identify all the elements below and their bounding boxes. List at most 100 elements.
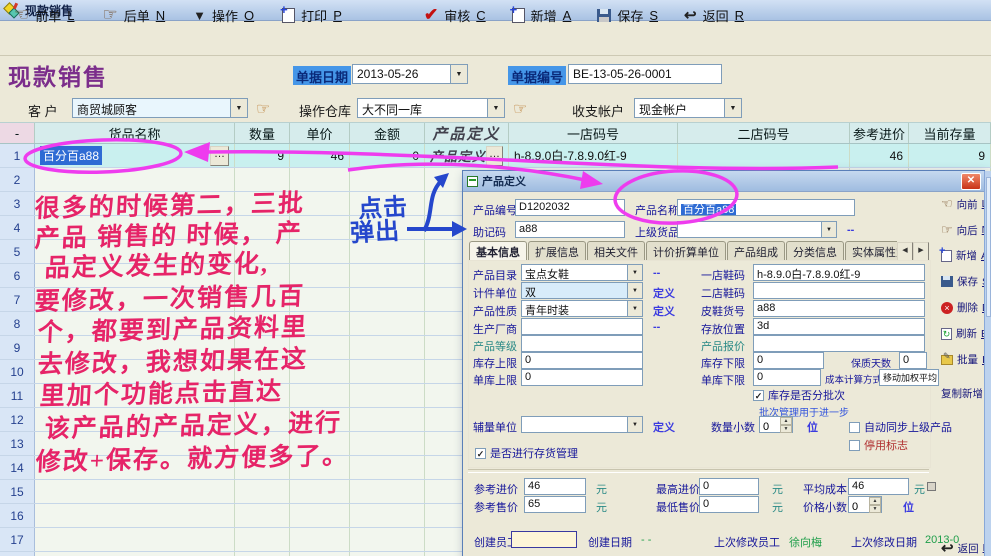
grid-cell[interactable] [290, 504, 350, 527]
grid-cell[interactable]: 百分百a88… [35, 144, 235, 167]
grid-cell[interactable] [350, 456, 425, 479]
cost-method-input[interactable]: 移动加权平均 [879, 369, 939, 386]
toolbar-button-N[interactable]: 后单N [103, 5, 166, 25]
chevron-down-icon[interactable]: ▼ [627, 283, 642, 298]
hand-lookup-icon[interactable]: ☞ [256, 99, 270, 119]
grid-column-header[interactable]: 参考进价 [850, 123, 909, 143]
checkbox-sync-parent[interactable]: 自动同步上级产品 [849, 419, 981, 435]
dialog-button-D[interactable]: 删除D [941, 300, 990, 315]
catalog-select[interactable]: 宝点女鞋▼ [521, 264, 643, 281]
grid-column-header[interactable]: 货品名称 [35, 123, 235, 143]
scrollbar-thumb[interactable] [986, 177, 991, 317]
hand-lookup-icon[interactable]: ☞ [513, 99, 527, 119]
row-number[interactable]: 15 [0, 480, 35, 503]
grid-column-header[interactable]: 数量 [235, 123, 290, 143]
row-number[interactable]: 8 [0, 312, 35, 335]
grid-cell[interactable]: 46 [290, 144, 350, 167]
catalog-link[interactable]: -- [653, 267, 660, 279]
toolbar-button-C[interactable]: 审核C [424, 5, 486, 25]
unit-define-link[interactable]: 定义 [653, 285, 675, 301]
grid-column-header[interactable]: 产品定义 [425, 123, 509, 143]
dialog-tab[interactable]: 扩展信息 [528, 241, 586, 261]
dialog-button-N[interactable]: 向后N [941, 222, 989, 238]
row-number[interactable]: 1 [0, 144, 35, 167]
location-input[interactable]: 3d [753, 318, 925, 335]
nature-define-link[interactable]: 定义 [653, 303, 675, 319]
shelf-days-input[interactable]: 0 [899, 352, 927, 369]
shoe-no-input[interactable]: a88 [753, 300, 925, 317]
dialog-button-A[interactable]: 新增A [941, 248, 988, 263]
grid-cell[interactable] [35, 552, 235, 556]
grid-column-header[interactable]: 当前存量 [909, 123, 991, 143]
tab-scroll-right-icon[interactable]: ▶ [913, 242, 929, 261]
grid-cell[interactable] [290, 480, 350, 503]
warehouse-select[interactable]: 大不同一库 ▼ [357, 98, 505, 118]
chevron-down-icon[interactable]: ▼ [821, 222, 836, 237]
manufacturer-input[interactable] [521, 318, 643, 335]
toolbar-button-S[interactable]: 保存S [597, 5, 658, 25]
single-upper-input[interactable]: 0 [521, 369, 643, 386]
row-number[interactable]: 17 [0, 528, 35, 551]
product-no-input[interactable]: D1202032 [515, 199, 625, 216]
ref-buy-input[interactable]: 46 [524, 478, 586, 495]
single-lower-input[interactable]: 0 [753, 369, 821, 386]
unit-select[interactable]: 双▼ [521, 282, 643, 299]
chevron-down-icon[interactable]: ▼ [230, 99, 247, 117]
toolbar-button-R[interactable]: 返回R [684, 5, 744, 25]
grid-cell[interactable]: 0 [350, 144, 425, 167]
grid-cell[interactable] [678, 144, 850, 167]
grid-cell[interactable] [350, 336, 425, 359]
parent-item-select[interactable]: ▼ [677, 221, 837, 238]
dialog-tab[interactable]: 实体属性定义 [845, 241, 897, 261]
grid-cell[interactable] [350, 504, 425, 527]
product-name-input[interactable]: 百分百a88 [677, 199, 855, 216]
chevron-down-icon[interactable]: ▼ [487, 99, 504, 117]
dialog-tab[interactable]: 基本信息 [469, 241, 527, 261]
checkbox-icon[interactable] [849, 422, 860, 433]
product-definition-link[interactable]: 产品定义 [430, 146, 486, 165]
dialog-tab[interactable]: 计价折算单位 [646, 241, 726, 261]
grid-column-header[interactable]: 单价 [290, 123, 350, 143]
tab-scroll-left-icon[interactable]: ◀ [897, 242, 913, 261]
row-number[interactable]: 2 [0, 168, 35, 191]
grid-cell[interactable] [350, 432, 425, 455]
qty-decimals-spinner[interactable]: 0 ▲▼ [759, 416, 793, 433]
parent-item-link[interactable]: -- [847, 224, 854, 236]
row-number[interactable]: 7 [0, 288, 35, 311]
grid-cell[interactable] [235, 480, 290, 503]
dialog-button-I[interactable]: 批量I [941, 352, 985, 367]
grid-cell[interactable] [35, 480, 235, 503]
row-number[interactable]: 13 [0, 432, 35, 455]
stock-upper-input[interactable]: 0 [521, 352, 643, 369]
grid-cell[interactable] [235, 552, 290, 556]
aux-unit-define-link[interactable]: 定义 [653, 419, 675, 435]
dialog-tab[interactable]: 产品组成 [727, 241, 785, 261]
grid-cell[interactable] [350, 312, 425, 335]
return-button[interactable]: 返回B [941, 539, 990, 556]
ellipsis-button[interactable]: … [210, 146, 229, 166]
vertical-scrollbar[interactable] [984, 171, 991, 556]
grid-cell[interactable] [235, 528, 290, 551]
toolbar-button-L[interactable]: 前单L [14, 5, 75, 25]
checkbox-batch[interactable]: ✓ 库存是否分批次 [753, 387, 845, 403]
checkbox-icon[interactable] [849, 440, 860, 451]
grid-cell[interactable]: 9 [909, 144, 991, 167]
store2-code-input[interactable] [753, 282, 925, 299]
toolbar-button-O[interactable]: 操作O [193, 5, 254, 25]
checkbox-icon[interactable]: ✓ [753, 390, 764, 401]
row-number[interactable]: 14 [0, 456, 35, 479]
grid-cell[interactable] [35, 504, 235, 527]
row-number[interactable]: 11 [0, 384, 35, 407]
ellipsis-button[interactable]: … [486, 146, 503, 166]
row-number[interactable]: 16 [0, 504, 35, 527]
grid-cell[interactable]: 产品定义… [425, 144, 509, 167]
chevron-down-icon[interactable]: ▼ [627, 265, 642, 280]
dialog-button-S[interactable]: 保存S [941, 274, 989, 289]
close-icon[interactable]: ✕ [961, 173, 981, 190]
grid-cell[interactable] [290, 552, 350, 556]
price-decimals-spinner[interactable]: 0 ▲▼ [848, 496, 882, 513]
grid-cell[interactable]: h-8.9.0白-7.8.9.0红-9 [509, 144, 678, 167]
checkbox-icon[interactable]: ✓ [475, 448, 486, 459]
dialog-button-L[interactable]: 向前L [941, 196, 988, 212]
doc-date-select[interactable]: 2013-05-26 ▼ [352, 64, 468, 84]
